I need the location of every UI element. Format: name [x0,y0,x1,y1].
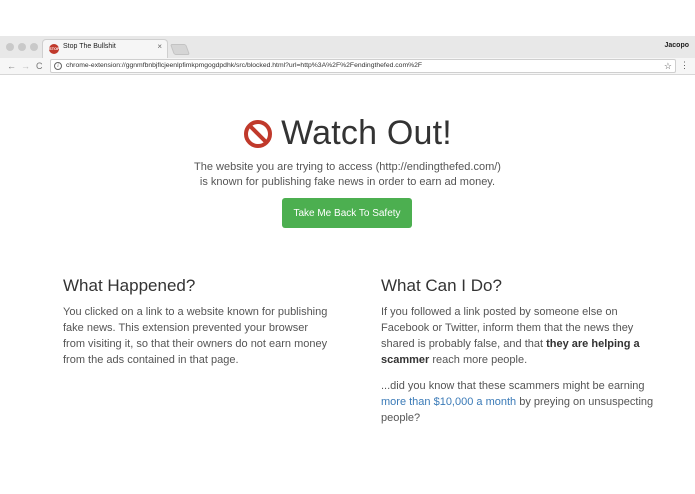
browser-window: STOP Stop The Bullshit × Jacopo ← → C i … [0,0,695,494]
bookmark-star-icon[interactable]: ☆ [664,60,672,72]
window-minimize-dot[interactable] [18,43,26,51]
stop-favicon-icon: STOP [49,44,60,54]
tab-close-icon[interactable]: × [157,42,162,51]
window-close-dot[interactable] [6,43,14,51]
url-text[interactable]: chrome-extension://ggnmfbnbjflcjeenlpfim… [66,62,422,69]
new-tab-button[interactable] [169,44,191,55]
prohibited-icon [244,119,273,148]
advice-text-end: reach more people. [429,354,528,366]
headline: Watch Out! [0,114,695,158]
earnings-text-start: ...did you know that these scammers migh… [381,380,645,392]
info-icon[interactable]: i [54,62,62,70]
tab-title: Stop The Bullshit [63,43,116,50]
earnings-paragraph: ...did you know that these scammers migh… [381,378,656,426]
tab-stop-the-bullshit[interactable]: STOP Stop The Bullshit × [42,39,168,58]
back-arrow-icon[interactable]: ← [7,60,16,72]
browser-menu-icon[interactable]: ⋮ [680,59,689,71]
what-can-i-do-section: What Can I Do? If you followed a link po… [381,276,656,426]
window-zoom-dot[interactable] [30,43,38,51]
advice-paragraph: If you followed a link posted by someone… [381,304,656,368]
forward-arrow-icon[interactable]: → [21,60,30,72]
back-to-safety-button[interactable]: Take Me Back To Safety [282,198,412,228]
tab-strip: STOP Stop The Bullshit × Jacopo [0,36,695,58]
reload-icon[interactable]: C [36,60,43,72]
earnings-link[interactable]: more than $10,000 a month [381,396,516,408]
address-bar[interactable]: i chrome-extension://ggnmfbnbjflcjeenlpf… [50,59,676,73]
profile-name[interactable]: Jacopo [664,42,689,49]
page-title: Watch Out! [281,114,452,152]
warning-line-1: The website you are trying to access (ht… [194,161,501,173]
browser-toolbar: ← → C i chrome-extension://ggnmfbnbjflcj… [0,58,695,75]
what-happened-section: What Happened? You clicked on a link to … [63,276,333,368]
warning-line-2: is known for publishing fake news in ord… [199,176,496,188]
what-happened-body: You clicked on a link to a website known… [63,306,328,366]
what-happened-heading: What Happened? [63,276,196,295]
what-can-i-do-heading: What Can I Do? [381,276,502,295]
warning-message: The website you are trying to access (ht… [150,160,545,190]
